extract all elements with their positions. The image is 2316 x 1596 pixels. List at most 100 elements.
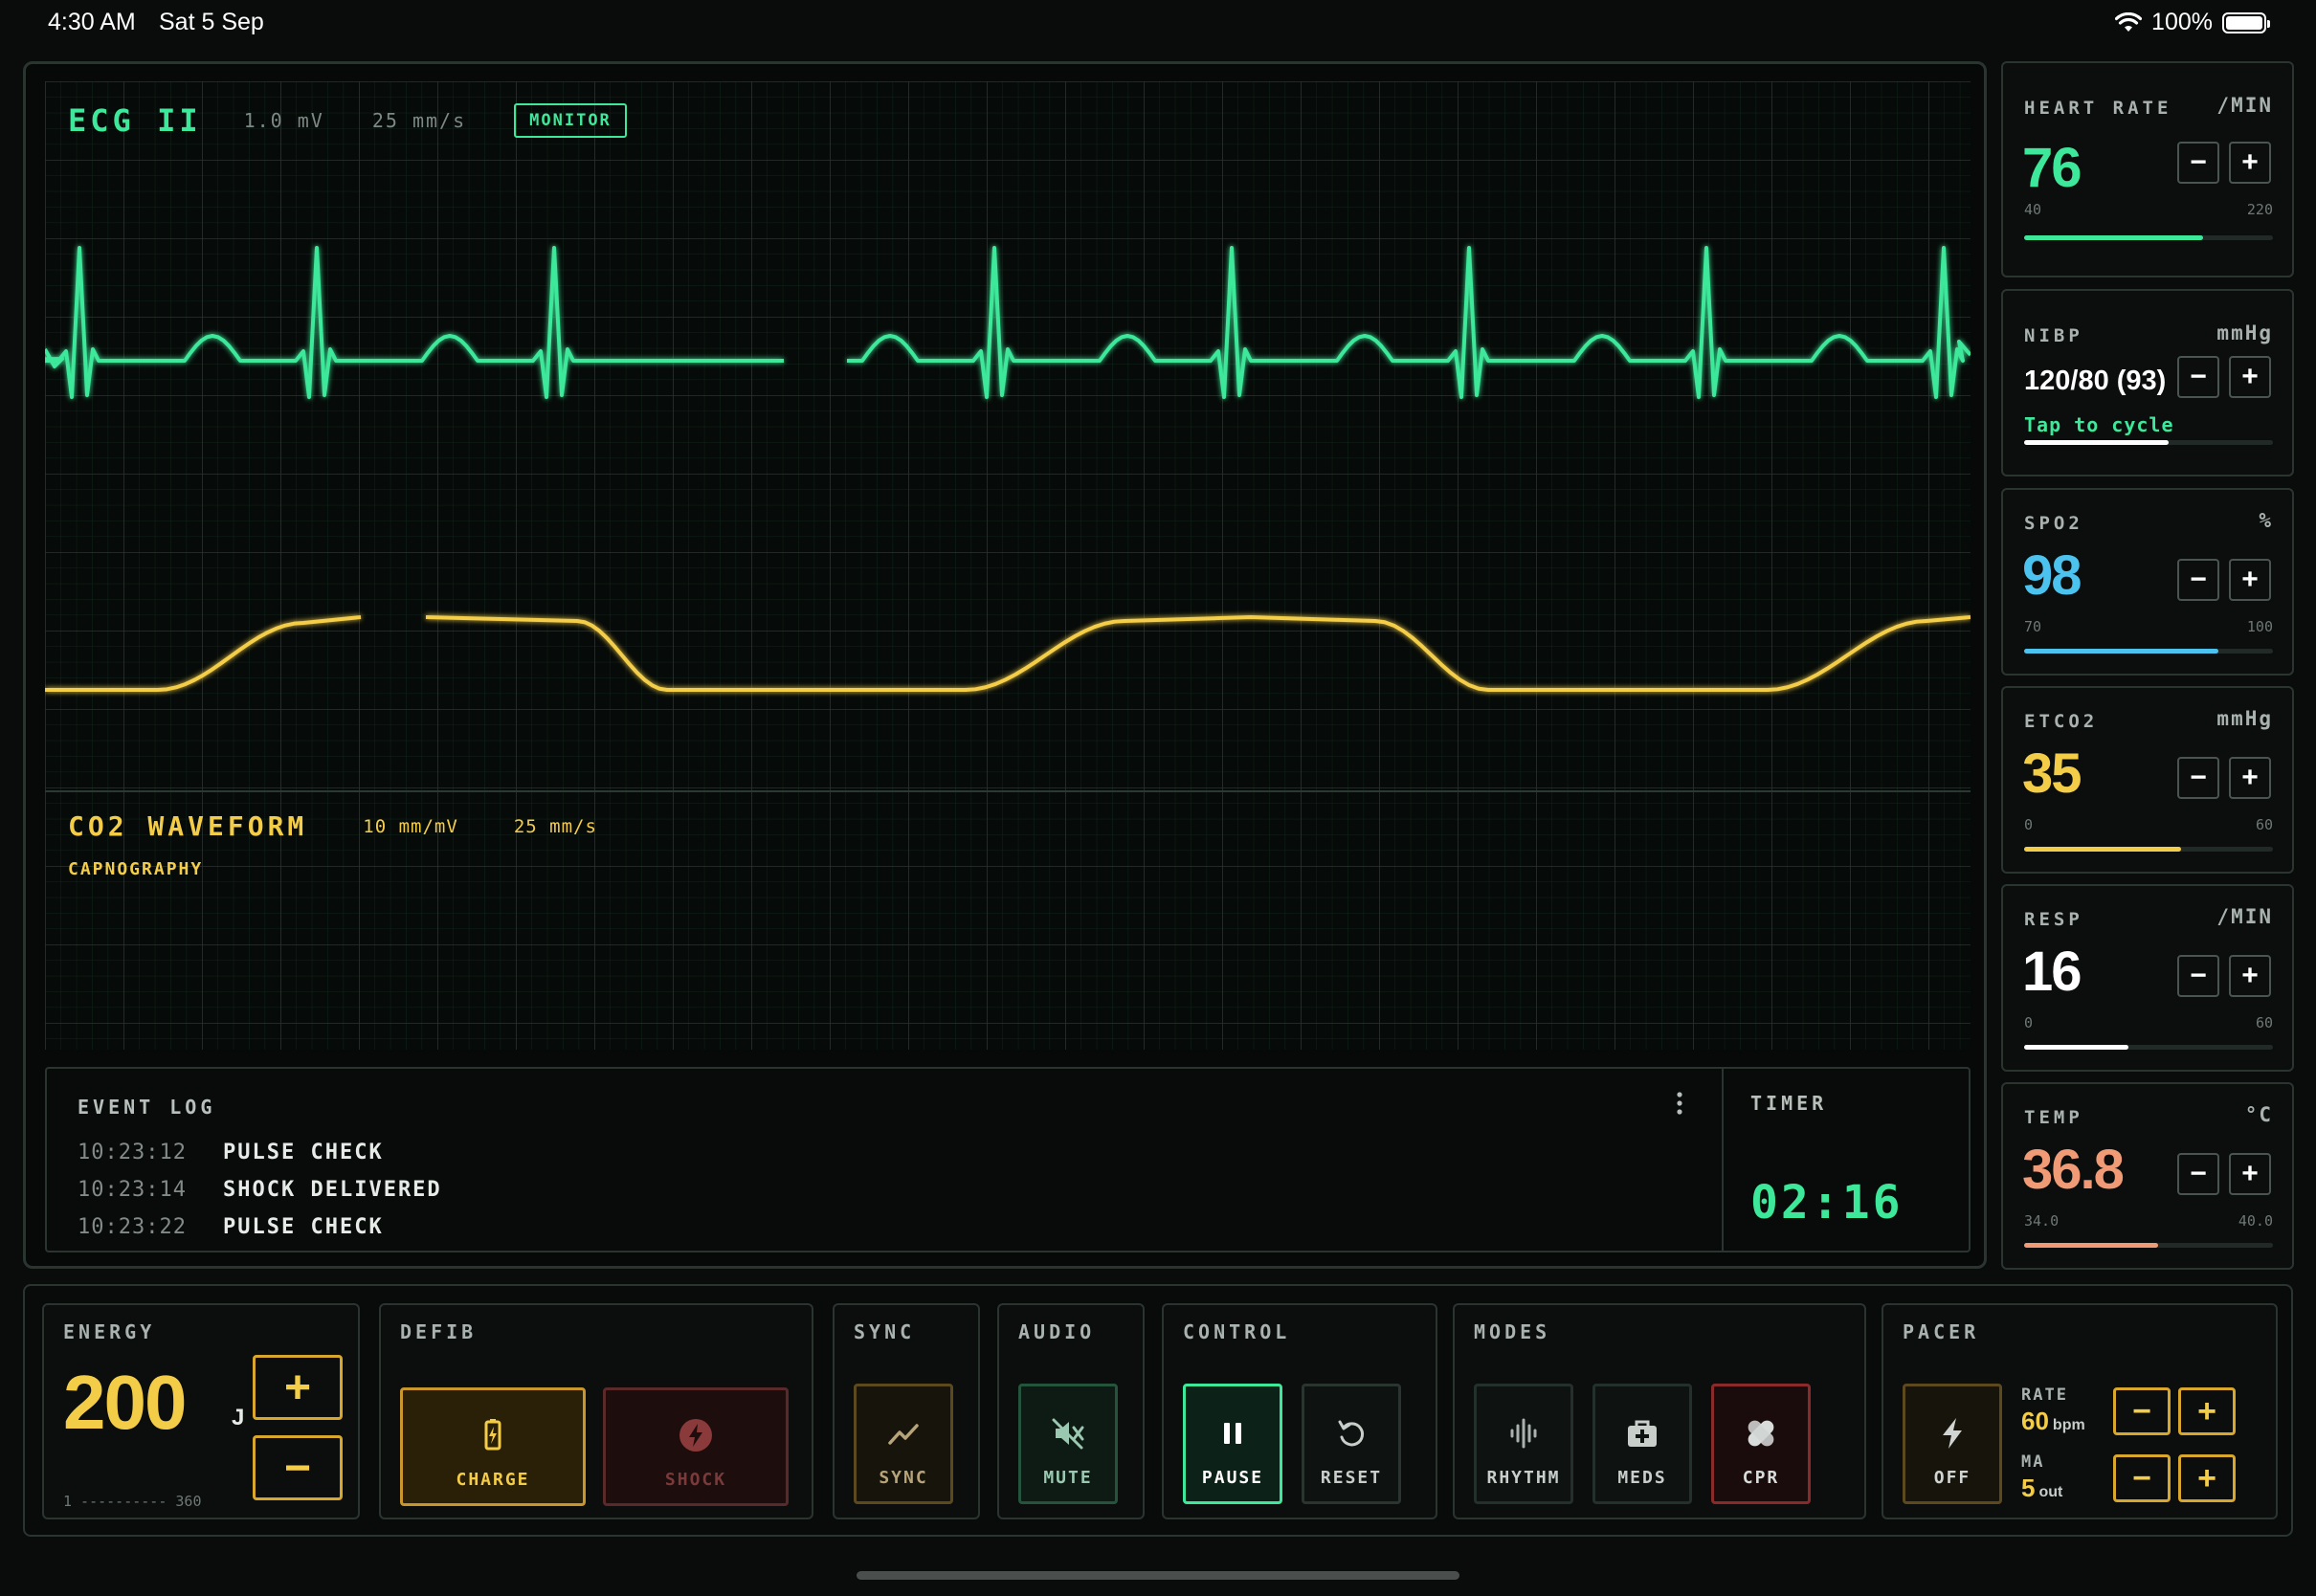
etco2-bar xyxy=(2024,847,2273,852)
pacer-ma-decrease-button[interactable]: − xyxy=(2113,1454,2171,1502)
etco2-decrease-button[interactable]: − xyxy=(2177,757,2219,799)
event-text: PULSE CHECK xyxy=(223,1141,384,1164)
event-log-row: 10:23:22 PULSE CHECK xyxy=(78,1208,442,1246)
vital-min: 70 xyxy=(2024,618,2042,635)
more-vertical-icon[interactable] xyxy=(1674,1090,1685,1123)
charge-label: CHARGE xyxy=(456,1470,530,1490)
vital-max: 60 xyxy=(2255,816,2273,833)
event-log-row: 10:23:12 PULSE CHECK xyxy=(78,1134,442,1171)
home-indicator[interactable] xyxy=(857,1571,1459,1580)
vital-name: ETCO2 xyxy=(2024,711,2099,732)
vital-nibp[interactable]: NIBP mmHg 120/80 (93) − + Tap to cycle xyxy=(2001,289,2294,477)
reset-icon xyxy=(1338,1420,1365,1447)
vital-max: 100 xyxy=(2246,618,2273,635)
vital-resp: RESP /MIN 16 − + 0 60 xyxy=(2001,884,2294,1072)
temp-decrease-button[interactable]: − xyxy=(2177,1153,2219,1195)
ecg-title: ECG II xyxy=(68,102,202,139)
energy-decrease-button[interactable]: − xyxy=(253,1435,343,1500)
rhythm-button[interactable]: RHYTHM xyxy=(1474,1384,1573,1504)
resp-increase-button[interactable]: + xyxy=(2229,955,2271,997)
event-log: EVENT LOG 10:23:12 PULSE CHECK 10:23:14 … xyxy=(45,1067,1971,1252)
nibp-decrease-button[interactable]: − xyxy=(2177,356,2219,398)
vital-min: 0 xyxy=(2024,816,2034,833)
event-text: SHOCK DELIVERED xyxy=(223,1178,442,1202)
pacer-off-label: OFF xyxy=(1933,1468,1971,1488)
energy-group: ENERGY 200 J 1 ---------- 360 + − xyxy=(42,1303,360,1519)
spo2-increase-button[interactable]: + xyxy=(2229,559,2271,601)
sync-button-label: SYNC xyxy=(879,1468,928,1488)
vital-name: RESP xyxy=(2024,909,2083,930)
pause-button[interactable]: PAUSE xyxy=(1183,1384,1282,1504)
battery-charge-icon xyxy=(484,1419,501,1451)
energy-value: 200 xyxy=(63,1360,187,1445)
event-log-row: 10:23:14 SHOCK DELIVERED xyxy=(78,1171,442,1208)
rhythm-label: RHYTHM xyxy=(1486,1468,1561,1488)
vital-unit: /MIN xyxy=(2216,94,2273,117)
trend-line-icon xyxy=(888,1424,919,1445)
reset-label: RESET xyxy=(1320,1468,1383,1488)
etco2-increase-button[interactable]: + xyxy=(2229,757,2271,799)
vital-max: 220 xyxy=(2246,201,2273,218)
energy-label: ENERGY xyxy=(63,1320,156,1343)
timer-value: 02:16 xyxy=(1750,1176,1904,1230)
sync-label: SYNC xyxy=(854,1320,916,1343)
pacer-rate-decrease-button[interactable]: − xyxy=(2113,1387,2171,1435)
control-group: CONTROL PAUSE RESET xyxy=(1162,1303,1437,1519)
vital-min: 0 xyxy=(2024,1014,2034,1031)
audio-group: AUDIO MUTE xyxy=(997,1303,1145,1519)
temp-value: 36.8 xyxy=(2022,1139,2125,1201)
nibp-hint[interactable]: Tap to cycle xyxy=(2024,413,2174,436)
co2-title: CO2 WAVEFORM xyxy=(68,810,308,842)
nibp-bar xyxy=(2024,440,2273,445)
timer-label: TIMER xyxy=(1750,1092,1828,1115)
sync-button[interactable]: SYNC xyxy=(854,1384,953,1504)
energy-unit: J xyxy=(232,1405,245,1430)
shock-button[interactable]: SHOCK xyxy=(603,1387,789,1506)
heart-rate-bar xyxy=(2024,235,2273,240)
shock-label: SHOCK xyxy=(664,1470,727,1490)
energy-range: 1 ---------- 360 xyxy=(63,1493,202,1510)
cpr-button[interactable]: CPR xyxy=(1711,1384,1811,1504)
defib-label: DEFIB xyxy=(400,1320,478,1343)
energy-increase-button[interactable]: + xyxy=(253,1355,343,1420)
reset-button[interactable]: RESET xyxy=(1302,1384,1401,1504)
pacer-ma-increase-button[interactable]: + xyxy=(2178,1454,2236,1502)
nibp-increase-button[interactable]: + xyxy=(2229,356,2271,398)
mute-button[interactable]: MUTE xyxy=(1018,1384,1118,1504)
pacer-ma-value: 5 xyxy=(2021,1474,2036,1502)
ecg-gain: 1.0 mV xyxy=(243,109,324,132)
vital-min: 34.0 xyxy=(2024,1212,2060,1230)
vital-min: 40 xyxy=(2024,201,2042,218)
meds-button[interactable]: MEDS xyxy=(1592,1384,1692,1504)
spo2-decrease-button[interactable]: − xyxy=(2177,559,2219,601)
resp-value: 16 xyxy=(2022,941,2082,1003)
pacer-off-button[interactable]: OFF xyxy=(1903,1384,2002,1504)
vital-max: 60 xyxy=(2255,1014,2273,1031)
charge-button[interactable]: CHARGE xyxy=(400,1387,586,1506)
battery-icon xyxy=(2222,11,2270,33)
heart-rate-decrease-button[interactable]: − xyxy=(2177,142,2219,184)
pacer-ma-unit: out xyxy=(2038,1484,2063,1500)
vital-etco2: ETCO2 mmHg 35 − + 0 60 xyxy=(2001,686,2294,874)
resp-decrease-button[interactable]: − xyxy=(2177,955,2219,997)
waveform-bars-icon xyxy=(1510,1418,1537,1449)
resp-bar xyxy=(2024,1045,2273,1050)
spo2-value: 98 xyxy=(2022,544,2082,607)
ecg-speed: 25 mm/s xyxy=(371,109,467,132)
vital-spo2: SPO2 % 98 − + 70 100 xyxy=(2001,488,2294,676)
pacer-rate-increase-button[interactable]: + xyxy=(2178,1387,2236,1435)
pacer-group: PACER OFF RATE 60 bpm MA 5 out − + − + xyxy=(1882,1303,2278,1519)
control-panel: ENERGY 200 J 1 ---------- 360 + − DEFIB … xyxy=(23,1284,2293,1537)
co2-speed: 25 mm/s xyxy=(513,815,597,837)
pause-icon xyxy=(1224,1423,1241,1444)
monitor-badge[interactable]: MONITOR xyxy=(514,103,627,138)
wifi-icon xyxy=(2115,11,2143,32)
temp-increase-button[interactable]: + xyxy=(2229,1153,2271,1195)
mute-label: MUTE xyxy=(1043,1468,1093,1488)
heart-rate-increase-button[interactable]: + xyxy=(2229,142,2271,184)
event-log-label: EVENT LOG xyxy=(78,1096,216,1119)
event-time: 10:23:12 xyxy=(78,1141,187,1164)
vital-unit: mmHg xyxy=(2216,707,2273,730)
pacer-rate: 60 bpm xyxy=(2021,1407,2085,1436)
pacer-rate-value: 60 xyxy=(2021,1407,2049,1435)
